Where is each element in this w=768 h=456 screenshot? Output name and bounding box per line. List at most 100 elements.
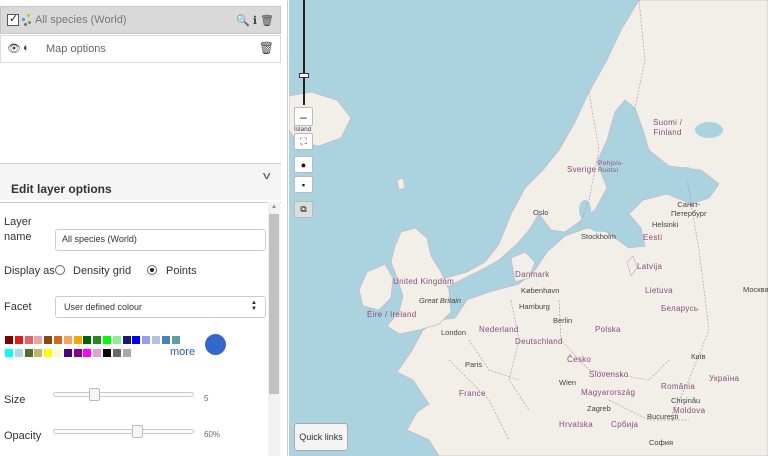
trash-icon[interactable]: 🗑: [260, 15, 274, 27]
country-label: Slovensko: [589, 370, 629, 379]
edit-layer-title: Edit layer options: [11, 182, 112, 196]
colour-swatch[interactable]: [122, 336, 131, 344]
edit-layer-body: Layer name All species (World) Display a…: [0, 202, 281, 456]
city-label: Bucureşti: [647, 412, 679, 421]
colour-swatch[interactable]: [93, 349, 102, 357]
colour-swatch[interactable]: [44, 336, 53, 344]
basemap: [289, 0, 768, 456]
layer-row-all-species[interactable]: All species (World) 🔍 ℹ 🗑: [0, 6, 281, 34]
colour-swatch[interactable]: [34, 349, 43, 357]
density-grid-label[interactable]: Density grid: [73, 265, 131, 277]
colour-swatch[interactable]: [63, 349, 72, 357]
country-label: Nederland: [479, 325, 519, 334]
colour-swatch[interactable]: [24, 349, 33, 357]
colour-swatch[interactable]: [93, 336, 102, 344]
colour-swatch[interactable]: [83, 349, 92, 357]
country-label: Беларусь: [661, 304, 699, 313]
city-label: Київ: [691, 352, 706, 361]
city-label: Москва: [743, 285, 768, 294]
city-label: København: [521, 286, 560, 295]
colour-swatch[interactable]: [54, 349, 62, 357]
city-label: Berlin: [553, 316, 573, 325]
quick-links-button[interactable]: Quick links: [294, 423, 348, 451]
size-slider[interactable]: [53, 388, 194, 401]
layer-name-label-2: name: [4, 231, 32, 243]
colour-swatch[interactable]: [112, 336, 121, 344]
map-view[interactable]: Suomi / Finland Sverige Pohjois- Ruotsi He…: [289, 0, 768, 456]
colour-swatch[interactable]: [161, 336, 170, 344]
trash-icon[interactable]: 🗑: [259, 41, 274, 55]
more-colours-link[interactable]: more: [170, 346, 195, 358]
layers-panel: All species (World) 🔍 ℹ 🗑 👁 ◐ Map option…: [0, 0, 288, 456]
colour-swatch[interactable]: [24, 336, 33, 344]
zoom-to-layer-icon[interactable]: 🔍: [236, 15, 250, 27]
country-label: Україна: [709, 374, 740, 383]
layer-name: Map options: [46, 43, 106, 55]
opacity-slider[interactable]: [53, 425, 194, 438]
eye-slash-icon[interactable]: ◐: [23, 42, 30, 55]
country-label: Suomi / Finland: [653, 118, 683, 137]
colour-swatch[interactable]: [112, 349, 121, 357]
colour-swatch[interactable]: [73, 349, 82, 357]
colour-swatch[interactable]: [73, 336, 82, 344]
country-label: Česko: [567, 355, 592, 364]
chevron-down-icon[interactable]: v: [262, 170, 270, 182]
colour-swatch[interactable]: [132, 336, 141, 344]
country-label: Magyarország: [581, 388, 636, 397]
city-label: Hamburg: [519, 302, 550, 311]
colour-swatch[interactable]: [142, 336, 151, 344]
country-label: Deutschland: [515, 337, 563, 346]
country-label: Danmark: [515, 270, 550, 279]
info-icon[interactable]: ℹ: [253, 15, 257, 27]
country-label: France: [459, 389, 486, 398]
scroll-up-icon[interactable]: ▲: [271, 204, 277, 210]
colour-swatch[interactable]: [34, 336, 43, 344]
colour-swatch[interactable]: [44, 349, 53, 357]
density-grid-radio[interactable]: [55, 265, 65, 275]
country-label: Lietuva: [645, 286, 673, 295]
colour-swatch[interactable]: [5, 336, 13, 344]
colour-swatch[interactable]: [122, 349, 131, 357]
fullscreen-icon[interactable]: ⛶: [294, 133, 313, 150]
city-label: Chişinău: [671, 396, 701, 405]
city-label: Stockholm: [581, 232, 617, 241]
draw-point-icon[interactable]: ●: [294, 156, 313, 173]
colour-swatch[interactable]: [83, 336, 92, 344]
layer-row-map-options[interactable]: 👁 ◐ Map options 🗑: [0, 35, 281, 63]
city-label: Great Britain: [419, 296, 462, 305]
opacity-value: 60%: [204, 430, 221, 439]
layer-name-input[interactable]: All species (World): [55, 229, 266, 251]
zoom-out-button[interactable]: –: [294, 107, 313, 126]
colour-swatch[interactable]: [14, 336, 23, 344]
colour-swatch[interactable]: [103, 349, 111, 357]
points-layer-icon: [22, 14, 32, 26]
city-label: London: [441, 328, 467, 337]
edit-layer-header[interactable]: Edit layer options v: [0, 163, 281, 200]
eye-icon[interactable]: 👁: [7, 42, 21, 55]
panel-scrollbar[interactable]: ▲: [268, 202, 280, 456]
layers-icon[interactable]: ⧉: [294, 201, 313, 218]
opacity-slider-handle[interactable]: [132, 425, 143, 438]
colour-swatch[interactable]: [14, 349, 23, 357]
city-label: София: [649, 438, 674, 447]
city-label: Oslo: [533, 208, 549, 217]
layer-visibility-checkbox[interactable]: [7, 12, 19, 26]
zoom-slider-track[interactable]: [303, 0, 305, 105]
colour-swatch[interactable]: [63, 336, 72, 344]
facet-select[interactable]: User defined colour ▲ ▼: [55, 296, 266, 318]
points-label[interactable]: Points: [166, 265, 197, 277]
zoom-slider-handle[interactable]: [299, 73, 309, 78]
scrollbar-thumb[interactable]: [269, 214, 279, 394]
colour-swatch[interactable]: [171, 336, 180, 344]
colour-swatch[interactable]: [54, 336, 62, 344]
colour-swatch[interactable]: [152, 336, 160, 344]
colour-swatch[interactable]: [103, 336, 111, 344]
facet-label: Facet: [4, 301, 32, 313]
colour-swatch[interactable]: [5, 349, 13, 357]
draw-line-icon[interactable]: ▪: [294, 176, 313, 193]
selected-colour-swatch[interactable]: [205, 334, 226, 355]
city-label: Wien: [559, 378, 577, 387]
points-radio[interactable]: [147, 265, 157, 275]
size-slider-handle[interactable]: [89, 388, 101, 401]
country-label: Éire / Ireland: [367, 310, 417, 319]
